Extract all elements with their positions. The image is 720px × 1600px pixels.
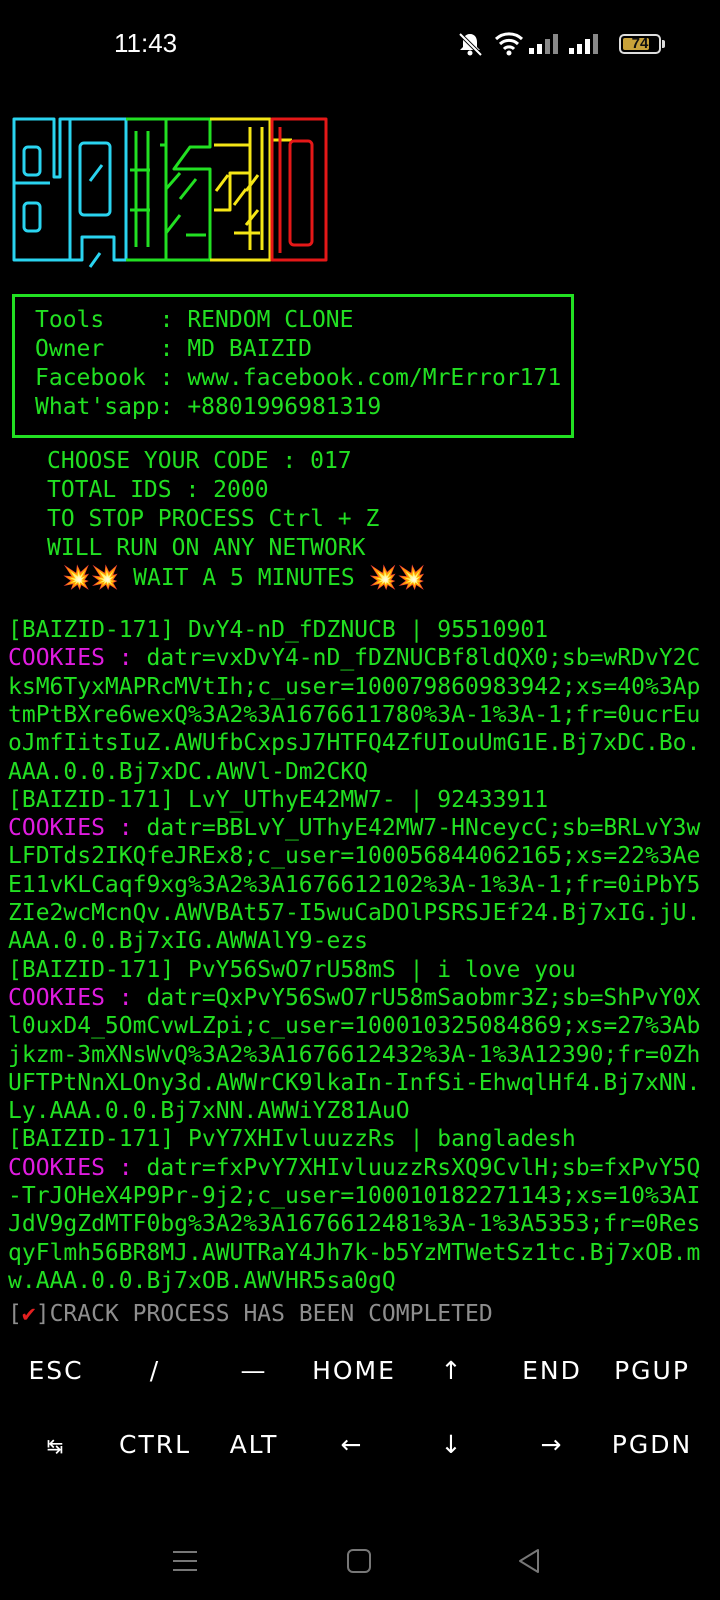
signal-icon bbox=[529, 34, 558, 54]
cookie-value: ksM6TyxMAPRcMVtIh;c_user=100079860983942… bbox=[8, 673, 701, 700]
key-down-arrow[interactable]: ↓ bbox=[441, 1430, 464, 1459]
cookie-value: -TrJOHeX4P9Pr-9j2;c_user=100010182271143… bbox=[8, 1183, 701, 1209]
wifi-icon bbox=[494, 32, 524, 56]
cookie-line: COOKIES : datr=fxPvY7XHIvluuzzRsXQ9CvlH;… bbox=[8, 1155, 700, 1181]
cookie-line: ZIe2wcMcnQv.AWVBAt57-I5wuCaDOlPSRSJEf24.… bbox=[8, 900, 700, 926]
key-slash[interactable]: / bbox=[150, 1356, 160, 1385]
status-time: 11:43 bbox=[114, 28, 178, 58]
cookie-value: datr=fxPvY7XHIvluuzzRsXQ9CvlH;sb=fxPvY5Q bbox=[132, 1154, 701, 1181]
cookie-line: COOKIES : datr=QxPvY56SwO7rU58mSaobmr3Z;… bbox=[8, 985, 700, 1011]
cookie-line: jkzm-3mXNsWvQ%3A2%3A1676612432%3A-1%3A12… bbox=[8, 1042, 700, 1068]
cookie-value: jkzm-3mXNsWvQ%3A2%3A1676612432%3A-1%3A12… bbox=[8, 1041, 701, 1068]
mute-icon bbox=[458, 32, 483, 57]
cookie-line: w.AAA.0.0.Bj7xOB.AWVHR5sa0gQ bbox=[8, 1268, 396, 1294]
key-home[interactable]: HOME bbox=[312, 1356, 396, 1385]
info-row-tools: Tools : RENDOM CLONE bbox=[35, 307, 354, 333]
wait-line: 💥💥 WAIT A 5 MINUTES 💥💥 bbox=[62, 565, 426, 591]
cookie-line: JdV9gZdMTF0bg%3A2%3A1676612481%3A-1%3A53… bbox=[8, 1211, 700, 1237]
cookie-value: datr=BBLvY_UThyE42MW7-HNceycC;sb=BRLvY3w bbox=[132, 815, 701, 842]
key-up-arrow[interactable]: ↑ bbox=[441, 1356, 464, 1385]
cookie-line: UFTPtNnXLOny3d.AWWrCK9lkaIn-InfSi-EhwqlH… bbox=[8, 1070, 700, 1096]
cookie-line: oJmfIitsIuZ.AWUfbCxpsJ7HTFQ4ZfUIouUmG1E.… bbox=[8, 730, 700, 756]
total-ids-line: TOTAL IDS : 2000 bbox=[47, 477, 269, 503]
info-row-owner: Owner : MD BAIZID bbox=[35, 336, 312, 362]
cookie-value: qyFlmh56BR8MJ.AWUTRaY4Jh7k-b5YzMTWetSz1t… bbox=[8, 1239, 701, 1266]
cookie-line: E11vKLCaqf9xg%3A2%3A1676612102%3A-1%3A-1… bbox=[8, 872, 700, 898]
cookie-value: Ly.AAA.0.0.Bj7xNN.AWWiYZ81AuO bbox=[8, 1098, 410, 1125]
cookie-value: ZIe2wcMcnQv.AWVBAt57-I5wuCaDOlPSRSJEf24.… bbox=[8, 900, 701, 926]
signal-icon bbox=[569, 34, 598, 54]
status-bar: 11:43 74 bbox=[0, 0, 720, 92]
info-box: Tools : RENDOM CLONE Owner : MD BAIZID F… bbox=[12, 294, 574, 438]
cookie-line: AAA.0.0.Bj7xIG.AWWAlY9-ezs bbox=[8, 928, 368, 954]
key-ctrl[interactable]: CTRL bbox=[119, 1430, 191, 1459]
cookie-value: E11vKLCaqf9xg%3A2%3A1676612102%3A-1%3A-1… bbox=[8, 871, 701, 898]
cookie-value: w.AAA.0.0.Bj7xOB.AWVHR5sa0gQ bbox=[8, 1267, 396, 1294]
cookies-label: COOKIES : bbox=[8, 1154, 133, 1181]
cookie-line: AAA.0.0.Bj7xDC.AWVl-Dm2CKQ bbox=[8, 759, 368, 785]
network-line: WILL RUN ON ANY NETWORK bbox=[47, 535, 366, 561]
cookie-value: datr=QxPvY56SwO7rU58mSaobmr3Z;sb=ShPvY0X bbox=[132, 984, 701, 1011]
cookies-label: COOKIES : bbox=[8, 645, 133, 672]
result-header: [BAIZID-171] DvY4-nD_fDZNUCB | 95510901 bbox=[8, 617, 549, 643]
cookie-value: tmPtBXre6wexQ%3A2%3A1676611780%3A-1%3A-1… bbox=[8, 701, 701, 728]
key-left-arrow[interactable]: ← bbox=[341, 1430, 364, 1459]
info-row-whatsapp: What'sapp: +8801996981319 bbox=[35, 394, 382, 420]
cookie-line: ksM6TyxMAPRcMVtIh;c_user=100079860983942… bbox=[8, 674, 700, 700]
key-end[interactable]: END bbox=[522, 1356, 582, 1385]
navigation-bar bbox=[0, 1548, 720, 1600]
cookie-value: AAA.0.0.Bj7xIG.AWWAlY9-ezs bbox=[8, 928, 369, 955]
cookie-line: qyFlmh56BR8MJ.AWUTRaY4Jh7k-b5YzMTWetSz1t… bbox=[8, 1240, 700, 1266]
key-dash[interactable]: — bbox=[241, 1356, 268, 1385]
cookie-line: l0uxD4_5OmCvwLZpi;c_user=100010325084869… bbox=[8, 1013, 700, 1039]
cookie-value: LFDTds2IKQfeJREx8;c_user=100056844062165… bbox=[8, 843, 701, 870]
stop-process-line: TO STOP PROCESS Ctrl + Z bbox=[47, 506, 380, 532]
cookie-line: tmPtBXre6wexQ%3A2%3A1676611780%3A-1%3A-1… bbox=[8, 702, 700, 728]
info-row-facebook: Facebook : www.facebook.com/MrError171 bbox=[35, 365, 562, 391]
choose-code-line: CHOOSE YOUR CODE : 017 bbox=[47, 448, 352, 474]
key-alt[interactable]: ALT bbox=[230, 1430, 279, 1459]
cookie-value: oJmfIitsIuZ.AWUfbCxpsJ7HTFQ4ZfUIouUmG1E.… bbox=[8, 730, 701, 757]
cookies-label: COOKIES : bbox=[8, 984, 133, 1011]
cookie-value: AAA.0.0.Bj7xDC.AWVl-Dm2CKQ bbox=[8, 758, 369, 785]
cookie-line: COOKIES : datr=vxDvY4-nD_fDZNUCBf8ldQX0;… bbox=[8, 645, 700, 671]
battery-level: 74 bbox=[631, 35, 649, 52]
completion-line: [✔]CRACK PROCESS HAS BEEN COMPLETED bbox=[8, 1301, 493, 1327]
cookies-label: COOKIES : bbox=[8, 815, 133, 842]
menu-icon[interactable] bbox=[172, 1548, 198, 1574]
battery-icon: 74 bbox=[619, 34, 661, 54]
result-header: [BAIZID-171] PvY56SwO7rU58mS | i love yo… bbox=[8, 956, 576, 983]
cookie-value: JdV9gZdMTF0bg%3A2%3A1676612481%3A-1%3A53… bbox=[8, 1211, 701, 1238]
cookie-value: UFTPtNnXLOny3d.AWWrCK9lkaIn-InfSi-EhwqlH… bbox=[8, 1069, 701, 1096]
key-tab[interactable]: ↹ bbox=[47, 1434, 66, 1458]
cookie-value: datr=vxDvY4-nD_fDZNUCBf8ldQX0;sb=wRDvY2C bbox=[132, 645, 701, 672]
key-right-arrow[interactable]: → bbox=[541, 1430, 564, 1459]
result-header: [BAIZID-171] LvY_UThyE42MW7- | 92433911 bbox=[8, 786, 549, 813]
cookie-line: Ly.AAA.0.0.Bj7xNN.AWWiYZ81AuO bbox=[8, 1098, 410, 1124]
key-pgdn[interactable]: PGDN bbox=[612, 1430, 692, 1459]
back-icon[interactable] bbox=[516, 1548, 542, 1574]
completion-text: CRACK PROCESS HAS BEEN COMPLETED bbox=[49, 1301, 493, 1327]
key-pgup[interactable]: PGUP bbox=[614, 1356, 690, 1385]
result-header: [BAIZID-171] PvY7XHIvluuzzRs | banglades… bbox=[8, 1126, 576, 1153]
cookie-line: -TrJOHeX4P9Pr-9j2;c_user=100010182271143… bbox=[8, 1183, 700, 1209]
cookie-line: COOKIES : datr=BBLvY_UThyE42MW7-HNceycC;… bbox=[8, 815, 700, 841]
cookie-line: LFDTds2IKQfeJREx8;c_user=100056844062165… bbox=[8, 843, 700, 869]
home-icon[interactable] bbox=[346, 1548, 372, 1574]
baizid-logo bbox=[12, 117, 328, 268]
cookie-value: l0uxD4_5OmCvwLZpi;c_user=100010325084869… bbox=[8, 1013, 701, 1040]
key-esc[interactable]: ESC bbox=[28, 1356, 83, 1385]
check-icon: ✔ bbox=[21, 1301, 36, 1327]
